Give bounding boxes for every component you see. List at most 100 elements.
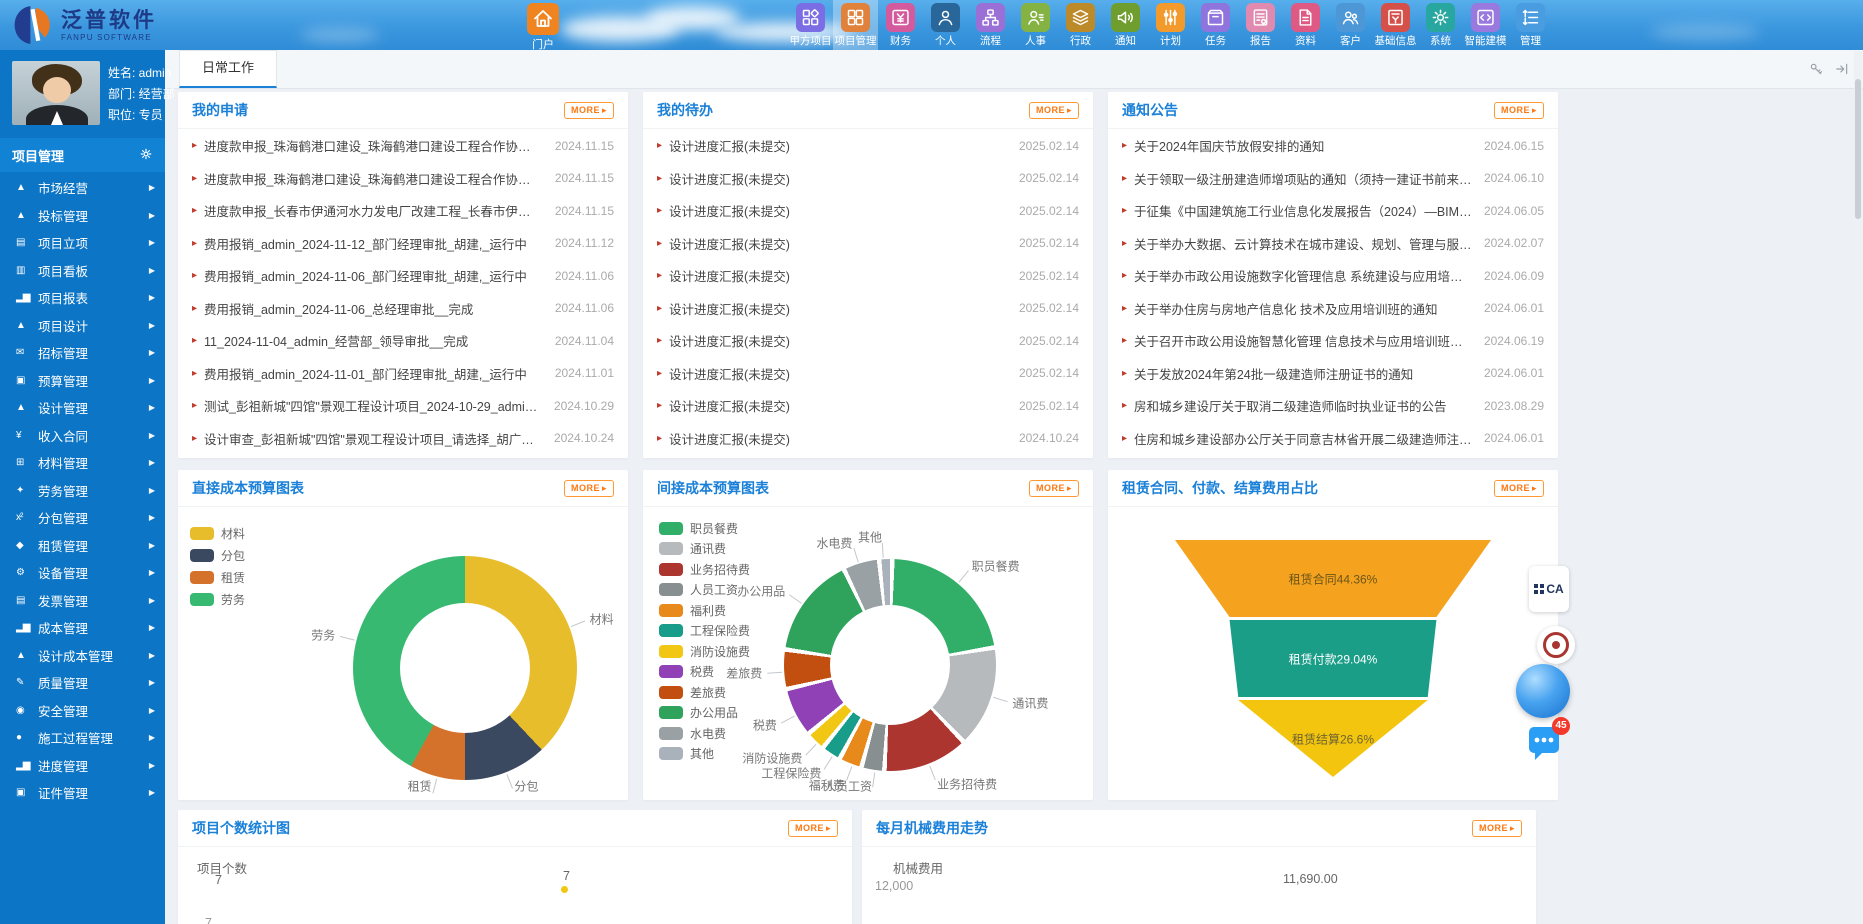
funnel-slice[interactable]: 租赁付款29.04%: [1175, 620, 1491, 697]
sidebar-item[interactable]: ⚙设备管理▶: [0, 559, 165, 587]
list-item[interactable]: ▸关于发放2024年第24批一级建造师注册证书的通知2024.06.01: [1122, 364, 1544, 383]
list-item[interactable]: ▸住房和城乡建设部办公厅关于同意吉林省开展二级建造师注册证书电子化试点...20…: [1122, 429, 1544, 448]
sidebar-item[interactable]: ▤项目立项▶: [0, 229, 165, 257]
legend-item[interactable]: 劳务: [190, 588, 245, 610]
legend-item[interactable]: 租赁: [190, 566, 245, 588]
more-button[interactable]: MORE ▸: [1494, 480, 1544, 497]
top-nav-item[interactable]: 计划: [1148, 0, 1193, 50]
sidebar-item[interactable]: ▤发票管理▶: [0, 587, 165, 615]
sidebar-section-header[interactable]: 项目管理: [0, 138, 165, 172]
list-item[interactable]: ▸设计进度汇报(未提交)2025.02.14: [657, 136, 1079, 155]
top-nav-item[interactable]: 行政: [1058, 0, 1103, 50]
more-button[interactable]: MORE ▸: [788, 820, 838, 837]
top-nav-item[interactable]: 财务: [878, 0, 923, 50]
tab-daily-work[interactable]: 日常工作: [179, 50, 277, 88]
sidebar-item[interactable]: ⊞材料管理▶: [0, 449, 165, 477]
more-button[interactable]: MORE ▸: [1029, 480, 1079, 497]
list-item[interactable]: ▸关于举办大数据、云计算技术在城市建设、规划、管理与服务中的应用培训班...20…: [1122, 234, 1544, 253]
top-nav-item[interactable]: 客户: [1328, 0, 1373, 50]
legend-item[interactable]: 差旅费: [659, 682, 750, 703]
legend-item[interactable]: 职员餐费: [659, 518, 750, 539]
list-item[interactable]: ▸房和城乡建设厅关于取消二级建造师临时执业证书的公告2023.08.29: [1122, 396, 1544, 415]
top-nav-item[interactable]: 管理: [1508, 0, 1553, 50]
sidebar-item[interactable]: ●施工过程管理▶: [0, 724, 165, 752]
sidebar-item[interactable]: ▲项目设计▶: [0, 312, 165, 340]
list-item[interactable]: ▸关于2024年国庆节放假安排的通知2024.06.15: [1122, 136, 1544, 155]
sidebar-item[interactable]: ◆租赁管理▶: [0, 532, 165, 560]
collapse-panel-icon[interactable]: [1835, 62, 1849, 76]
sidebar-item[interactable]: ✉招标管理▶: [0, 339, 165, 367]
top-nav-item[interactable]: 任务: [1193, 0, 1238, 50]
assistant-ball-button[interactable]: [1516, 664, 1570, 718]
sidebar-item[interactable]: ▥项目看板▶: [0, 257, 165, 285]
list-item[interactable]: ▸设计进度汇报(未提交)2025.02.14: [657, 364, 1079, 383]
sidebar-item[interactable]: ▂▆项目报表▶: [0, 284, 165, 312]
sidebar-item[interactable]: ✎质量管理▶: [0, 669, 165, 697]
legend-item[interactable]: 福利费: [659, 600, 750, 621]
top-nav-item[interactable]: 智能建模: [1463, 0, 1508, 50]
list-item[interactable]: ▸设计进度汇报(未提交)2025.02.14: [657, 396, 1079, 415]
top-nav-item[interactable]: 报告: [1238, 0, 1283, 50]
list-item[interactable]: ▸费用报销_admin_2024-11-06_总经理审批__完成2024.11.…: [192, 299, 614, 318]
top-nav-item[interactable]: 系统: [1418, 0, 1463, 50]
top-nav-item[interactable]: 基础信息: [1373, 0, 1418, 50]
more-button[interactable]: MORE ▸: [1029, 102, 1079, 119]
sidebar-item[interactable]: ▣证件管理▶: [0, 779, 165, 807]
legend-item[interactable]: 办公用品: [659, 703, 750, 724]
list-item[interactable]: ▸关于举办市政公用设施数字化管理信息 系统建设与应用培训班的通知2024.06.…: [1122, 266, 1544, 285]
list-item[interactable]: ▸费用报销_admin_2024-11-01_部门经理审批_胡建,_运行中202…: [192, 364, 614, 383]
legend-item[interactable]: 消防设施费: [659, 641, 750, 662]
sidebar-item[interactable]: ▣预算管理▶: [0, 367, 165, 395]
legend-item[interactable]: 工程保险费: [659, 621, 750, 642]
top-nav-item[interactable]: 个人: [923, 0, 968, 50]
list-item[interactable]: ▸设计进度汇报(未提交)2025.02.14: [657, 234, 1079, 253]
list-item[interactable]: ▸设计审查_彭祖新城"四馆"景观工程设计项目_请选择_胡广生_2024-10-2…: [192, 429, 614, 448]
scrollbar-thumb[interactable]: [1855, 79, 1861, 219]
legend-item[interactable]: 业务招待费: [659, 559, 750, 580]
legend-item[interactable]: 材料: [190, 522, 245, 544]
list-item[interactable]: ▸费用报销_admin_2024-11-06_部门经理审批_胡建,_运行中202…: [192, 266, 614, 285]
list-item[interactable]: ▸进度款申报_珠海鹤港口建设_珠海鹤港口建设工程合作协议书_admin_...2…: [192, 169, 614, 188]
more-button[interactable]: MORE ▸: [1472, 820, 1522, 837]
top-nav-item[interactable]: 资料: [1283, 0, 1328, 50]
more-button[interactable]: MORE ▸: [564, 102, 614, 119]
sidebar-item[interactable]: ◉安全管理▶: [0, 697, 165, 725]
list-item[interactable]: ▸关于举办住房与房地产信息化 技术及应用培训班的通知2024.06.01: [1122, 299, 1544, 318]
funnel-slice[interactable]: 租赁合同44.36%: [1175, 540, 1491, 617]
list-item[interactable]: ▸进度款申报_珠海鹤港口建设_珠海鹤港口建设工程合作协议书_admin_...2…: [192, 136, 614, 155]
sidebar-item[interactable]: ✦劳务管理▶: [0, 477, 165, 505]
list-item[interactable]: ▸设计进度汇报(未提交)2025.02.14: [657, 266, 1079, 285]
legend-item[interactable]: 通讯费: [659, 539, 750, 560]
sidebar-item[interactable]: ▲设计管理▶: [0, 394, 165, 422]
nav-item-portal[interactable]: 门户: [520, 3, 566, 50]
more-button[interactable]: MORE ▸: [1494, 102, 1544, 119]
sidebar-item[interactable]: x²分包管理▶: [0, 504, 165, 532]
ca-certificate-button[interactable]: CA: [1529, 566, 1569, 612]
page-scrollbar[interactable]: [1854, 51, 1862, 923]
list-item[interactable]: ▸11_2024-11-04_admin_经营部_领导审批__完成2024.11…: [192, 331, 614, 350]
top-nav-item[interactable]: 通知: [1103, 0, 1148, 50]
top-nav-item[interactable]: 流程: [968, 0, 1013, 50]
more-button[interactable]: MORE ▸: [564, 480, 614, 497]
list-item[interactable]: ▸进度款申报_长春市伊通河水力发电厂改建工程_长春市伊通河水力发电...2024…: [192, 201, 614, 220]
list-item[interactable]: ▸测试_彭祖新城"四馆"景观工程设计项目_2024-10-29_admin_结束…: [192, 396, 614, 415]
sidebar-item[interactable]: ▂▆成本管理▶: [0, 614, 165, 642]
list-item[interactable]: ▸设计进度汇报(未提交)2025.02.14: [657, 169, 1079, 188]
list-item[interactable]: ▸设计进度汇报(未提交)2025.02.14: [657, 331, 1079, 350]
top-nav-item[interactable]: 人事: [1013, 0, 1058, 50]
message-button[interactable]: 45: [1524, 724, 1564, 766]
legend-item[interactable]: 分包: [190, 544, 245, 566]
sidebar-item[interactable]: ▂▆进度管理▶: [0, 752, 165, 780]
list-item[interactable]: ▸设计进度汇报(未提交)2025.02.14: [657, 299, 1079, 318]
funnel-slice[interactable]: 租赁结算26.6%: [1175, 700, 1491, 777]
legend-item[interactable]: 其他: [659, 744, 750, 765]
top-nav-item[interactable]: 项目管理: [833, 0, 878, 50]
list-item[interactable]: ▸设计进度汇报(未提交)2024.10.24: [657, 429, 1079, 448]
sidebar-item[interactable]: ▲设计成本管理▶: [0, 642, 165, 670]
seal-widget-button[interactable]: [1537, 626, 1575, 664]
list-item[interactable]: ▸费用报销_admin_2024-11-12_部门经理审批_胡建,_运行中202…: [192, 234, 614, 253]
sidebar-item[interactable]: ▲投标管理▶: [0, 202, 165, 230]
list-item[interactable]: ▸关于召开市政公用设施智慧化管理 信息技术与应用培训班的通知2024.06.19: [1122, 331, 1544, 350]
sidebar-item[interactable]: ¥收入合同▶: [0, 422, 165, 450]
list-item[interactable]: ▸于征集《中国建筑施工行业信息化发展报告（2024）—BIM应用与发展》材料..…: [1122, 201, 1544, 220]
